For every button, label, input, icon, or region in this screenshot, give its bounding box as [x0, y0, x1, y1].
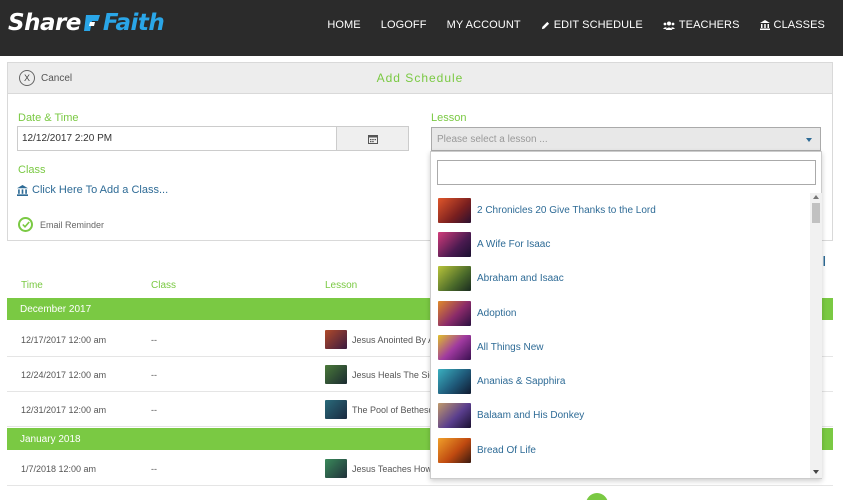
row-lesson: Jesus Heals The Sick [325, 365, 438, 384]
lesson-option-label: All Things New [477, 341, 544, 353]
row-lesson: The Pool of Bethesd [325, 400, 434, 419]
nav-home-label: HOME [327, 19, 361, 31]
header-time: Time [21, 280, 43, 291]
lesson-option[interactable]: 2 Chronicles 20 Give Thanks to the Lord [431, 193, 808, 227]
nav-logoff-label: LOGOFF [380, 19, 427, 31]
nav-edit-schedule-label: EDIT SCHEDULE [553, 19, 643, 31]
lesson-option[interactable]: Adoption [431, 296, 808, 330]
lesson-thumbnail [438, 334, 471, 360]
lesson-option-label: A Wife For Isaac [477, 238, 551, 250]
lesson-thumbnail [438, 369, 471, 395]
scroll-up-icon[interactable] [813, 195, 819, 199]
add-class-link[interactable]: Click Here To Add a Class... [17, 184, 168, 196]
logo-mark-icon [82, 12, 102, 34]
lesson-thumbnail [438, 300, 471, 326]
class-label: Class [18, 164, 46, 176]
nav-home[interactable]: HOME [327, 19, 360, 31]
nav-teachers-label: TEACHERS [678, 19, 740, 31]
lesson-option-label: Balaam and His Donkey [477, 410, 585, 422]
header-class: Class [151, 280, 177, 291]
lesson-select[interactable]: Please select a lesson ... [431, 127, 821, 151]
add-class-label: Click Here To Add a Class... [32, 184, 169, 196]
nav-logoff[interactable]: LOGOFF [381, 19, 427, 31]
users-icon [662, 21, 675, 30]
calendar-icon [367, 134, 378, 144]
lesson-thumbnail [438, 266, 471, 292]
row-lesson-title: The Pool of Bethesd [352, 404, 434, 415]
header-lesson: Lesson [325, 280, 358, 291]
pencil-icon [541, 21, 549, 29]
row-time: 12/17/2017 12:00 am [21, 335, 107, 345]
logo-share-text: Share [8, 10, 81, 36]
scroll-down-icon[interactable] [813, 470, 819, 474]
nav-my-account-label: MY ACCOUNT [446, 19, 521, 31]
lesson-thumbnail [325, 365, 347, 384]
lesson-option-label: Adoption [477, 307, 517, 319]
calendar-button[interactable] [336, 126, 409, 151]
dropdown-scrollbar[interactable] [810, 193, 822, 478]
lesson-thumbnail [438, 197, 471, 223]
main-nav: HOME LOGOFF MY ACCOUNT EDIT SCHEDULE TEA… [327, 19, 825, 31]
nav-edit-schedule[interactable]: EDIT SCHEDULE [541, 19, 643, 31]
bank-icon [17, 184, 28, 196]
lesson-thumbnail [438, 437, 471, 463]
row-lesson: Jesus Teaches How [325, 459, 432, 478]
lesson-option-label: Bread Of Life [477, 444, 536, 456]
datetime-label: Date & Time [18, 112, 79, 124]
row-lesson-title: Jesus Anointed By A [352, 334, 435, 345]
chevron-down-icon [806, 138, 812, 142]
lesson-option[interactable]: Ananias & Sapphira [431, 364, 808, 398]
nav-classes-label: CLASSES [773, 19, 825, 31]
status-dot [586, 493, 608, 500]
datetime-field[interactable]: 12/12/2017 2:20 PM [17, 126, 337, 151]
row-time: 1/7/2018 12:00 am [21, 464, 97, 474]
lesson-dropdown: 2 Chronicles 20 Give Thanks to the Lord … [430, 151, 822, 479]
email-reminder-label: Email Reminder [40, 219, 105, 230]
nav-teachers[interactable]: TEACHERS [662, 19, 740, 31]
row-time: 12/24/2017 12:00 am [21, 370, 107, 380]
top-nav-bar: Share Faith HOME LOGOFF MY ACCOUNT EDIT … [0, 0, 843, 56]
lesson-option[interactable]: Abraham and Isaac [431, 262, 808, 296]
row-lesson: Jesus Anointed By A [325, 330, 434, 349]
lesson-option[interactable]: Bread Of Life [431, 433, 808, 467]
lesson-thumbnail [438, 403, 471, 429]
lesson-option[interactable]: A Wife For Isaac [431, 227, 808, 261]
nav-my-account[interactable]: MY ACCOUNT [447, 19, 521, 31]
logo-faith-text: Faith [102, 10, 165, 36]
row-lesson-title: Jesus Teaches How [352, 463, 432, 474]
row-lesson-title: Jesus Heals The Sick [352, 369, 439, 380]
lesson-option[interactable]: All Things New [431, 330, 808, 364]
lesson-option-label: Abraham and Isaac [477, 273, 564, 285]
lesson-option-label: 2 Chronicles 20 Give Thanks to the Lord [477, 204, 656, 216]
sharefaith-logo[interactable]: Share Faith [8, 8, 165, 38]
row-class: -- [151, 370, 157, 380]
panel-header: X Cancel Add Schedule [8, 63, 832, 94]
email-reminder-toggle[interactable]: Email Reminder [18, 217, 104, 232]
bank-icon [759, 20, 770, 30]
panel-title: Add Schedule [376, 71, 464, 85]
row-time: 12/31/2017 12:00 am [21, 405, 107, 415]
row-class: -- [151, 405, 157, 415]
lesson-options-list: 2 Chronicles 20 Give Thanks to the Lord … [431, 193, 808, 478]
row-class: -- [151, 464, 157, 474]
lesson-thumbnail [325, 400, 347, 419]
lesson-thumbnail [438, 231, 471, 257]
lesson-label: Lesson [431, 112, 467, 124]
lesson-placeholder: Please select a lesson ... [437, 134, 548, 145]
lesson-thumbnail [325, 459, 347, 478]
lesson-search-input[interactable] [437, 160, 816, 185]
check-circle-icon [18, 217, 33, 232]
lesson-option[interactable]: Balaam and His Donkey [431, 399, 808, 433]
lesson-option-label: Ananias & Sapphira [477, 376, 566, 388]
lesson-thumbnail [325, 330, 347, 349]
nav-classes[interactable]: CLASSES [759, 19, 825, 31]
scroll-thumb[interactable] [812, 203, 820, 223]
row-class: -- [151, 335, 157, 345]
